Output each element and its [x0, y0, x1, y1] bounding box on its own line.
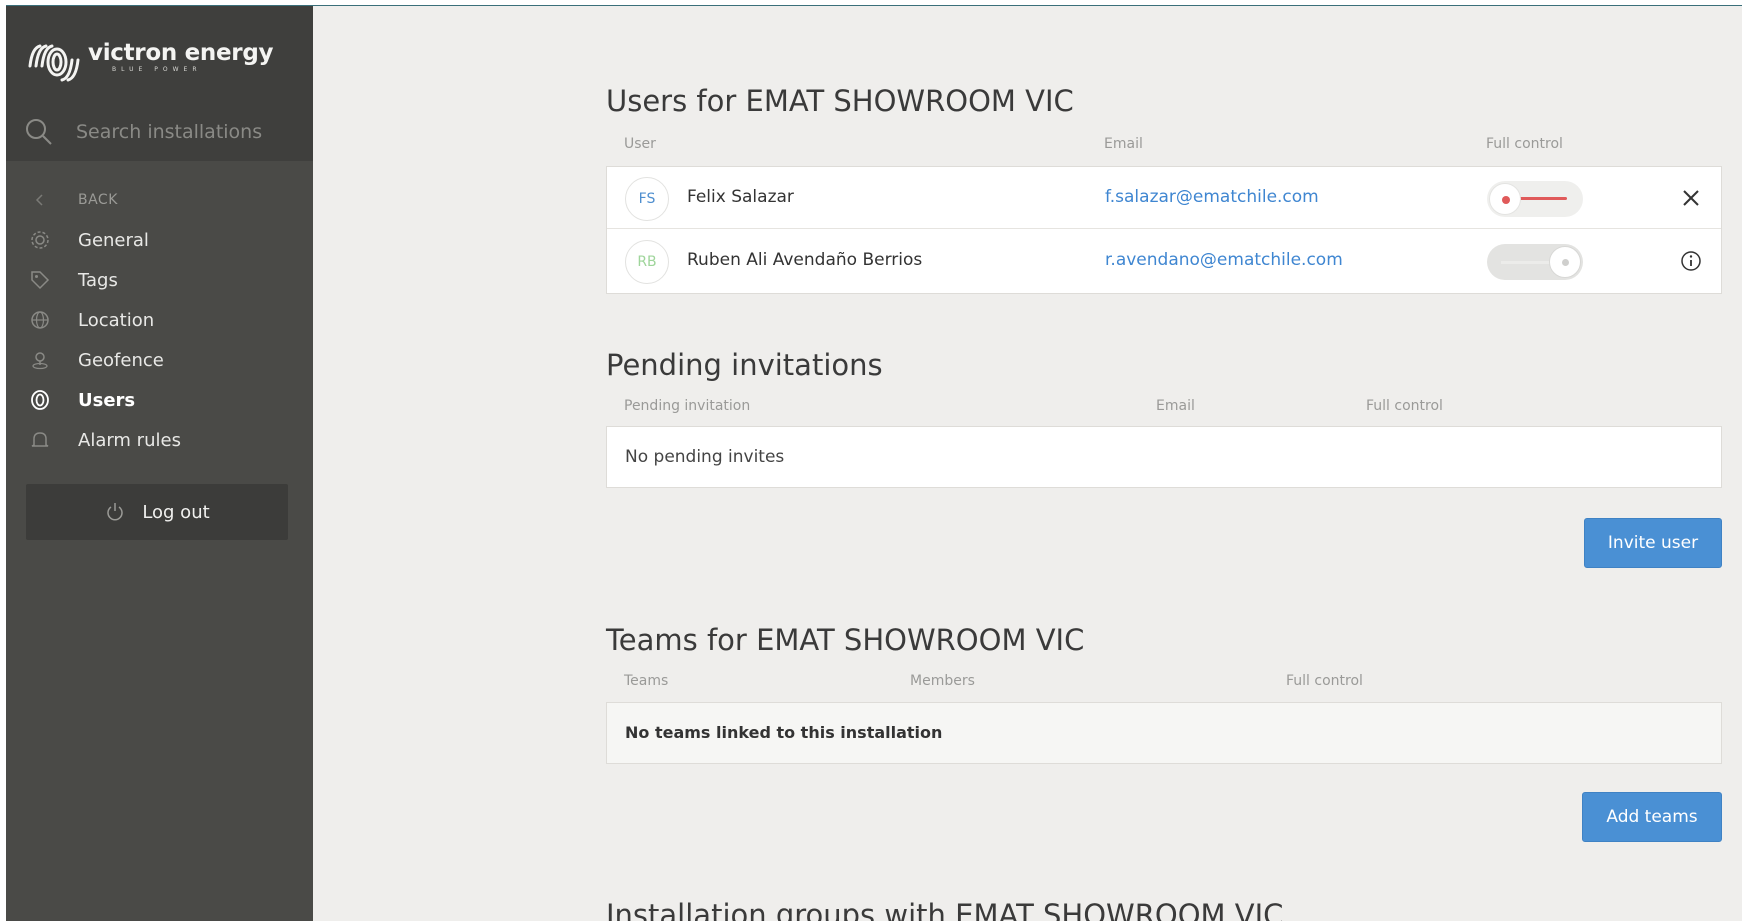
avatar: FS [625, 177, 669, 221]
full-control-toggle[interactable] [1487, 181, 1583, 217]
chevron-left-icon [26, 186, 54, 214]
pending-title: Pending invitations [606, 348, 883, 382]
col-user: User [624, 136, 656, 152]
sidebar-item-location[interactable]: Location [6, 300, 313, 340]
invite-user-button[interactable]: Invite user [1584, 518, 1722, 568]
col-pending-invitation: Pending invitation [624, 398, 751, 414]
col-full-control: Full control [1486, 136, 1563, 152]
info-icon [1681, 251, 1701, 271]
sidebar-item-label: General [78, 229, 149, 251]
teams-title: Teams for EMAT SHOWROOM VIC [606, 623, 1085, 657]
sidebar-item-tags[interactable]: Tags [6, 260, 313, 300]
back-label: BACK [78, 192, 118, 208]
brand-name: victron energy [88, 40, 274, 66]
add-teams-button[interactable]: Add teams [1582, 792, 1722, 842]
user-name: Ruben Ali Avendaño Berrios [687, 250, 923, 270]
pending-table: No pending invites [606, 426, 1722, 488]
pending-empty-text: No pending invites [625, 447, 785, 467]
table-row[interactable]: FS Felix Salazar f.salazar@ematchile.com [607, 167, 1721, 229]
sidebar-item-label: Geofence [78, 349, 164, 371]
sidebar-nav: BACK General Tags Location Geofence User… [6, 184, 313, 460]
sidebar-item-label: Alarm rules [78, 429, 181, 451]
sidebar-item-label: Location [78, 309, 155, 331]
toggle-knob [1549, 246, 1581, 278]
brand-text: victron energy BLUE POWER [88, 40, 274, 73]
sidebar-item-geofence[interactable]: Geofence [6, 340, 313, 380]
logout-label: Log out [142, 501, 210, 523]
col-email: Email [1104, 136, 1143, 152]
victron-logo-icon [28, 44, 80, 82]
geofence-icon [26, 346, 54, 374]
users-icon [26, 386, 54, 414]
teams-table: No teams linked to this installation [606, 702, 1722, 764]
col-full-control: Full control [1286, 673, 1363, 689]
app-frame: victron energy BLUE POWER Search install… [6, 5, 1742, 921]
user-email-link[interactable]: f.salazar@ematchile.com [1105, 187, 1319, 207]
teams-empty-text: No teams linked to this installation [625, 723, 943, 742]
search-installations[interactable]: Search installations [24, 114, 304, 150]
gear-icon [26, 226, 54, 254]
col-teams: Teams [624, 673, 669, 689]
brand-logo[interactable]: victron energy BLUE POWER [24, 40, 274, 90]
user-info-button[interactable] [1679, 249, 1703, 273]
search-icon [26, 119, 52, 145]
avatar: RB [625, 240, 669, 284]
brand-tagline: BLUE POWER [112, 66, 202, 73]
table-row[interactable]: RB Ruben Ali Avendaño Berrios r.avendano… [607, 230, 1721, 292]
user-name: Felix Salazar [687, 187, 794, 207]
power-icon [107, 503, 124, 521]
toggle-knob [1489, 183, 1521, 215]
sidebar-item-label: Tags [78, 269, 118, 291]
back-link[interactable]: BACK [6, 184, 313, 216]
sidebar-item-label: Users [78, 389, 136, 411]
full-control-toggle[interactable] [1487, 244, 1583, 280]
groups-title: Installation groups with EMAT SHOWROOM V… [606, 898, 1284, 921]
sidebar: victron energy BLUE POWER Search install… [6, 6, 313, 921]
user-email-link[interactable]: r.avendano@ematchile.com [1105, 250, 1343, 270]
globe-icon [26, 306, 54, 334]
sidebar-item-alarm-rules[interactable]: Alarm rules [6, 420, 313, 460]
close-icon [1683, 190, 1699, 206]
bell-icon [26, 426, 54, 454]
sidebar-item-general[interactable]: General [6, 220, 313, 260]
col-email: Email [1156, 398, 1195, 414]
col-members: Members [910, 673, 975, 689]
remove-user-button[interactable] [1679, 186, 1703, 210]
users-table: FS Felix Salazar f.salazar@ematchile.com… [606, 166, 1722, 294]
logout-button[interactable]: Log out [26, 484, 288, 540]
users-title: Users for EMAT SHOWROOM VIC [606, 84, 1074, 118]
sidebar-item-users[interactable]: Users [6, 380, 313, 420]
search-input[interactable]: Search installations [76, 121, 262, 143]
col-full-control: Full control [1366, 398, 1443, 414]
tag-icon [26, 266, 54, 294]
sidebar-header: victron energy BLUE POWER Search install… [6, 6, 313, 161]
